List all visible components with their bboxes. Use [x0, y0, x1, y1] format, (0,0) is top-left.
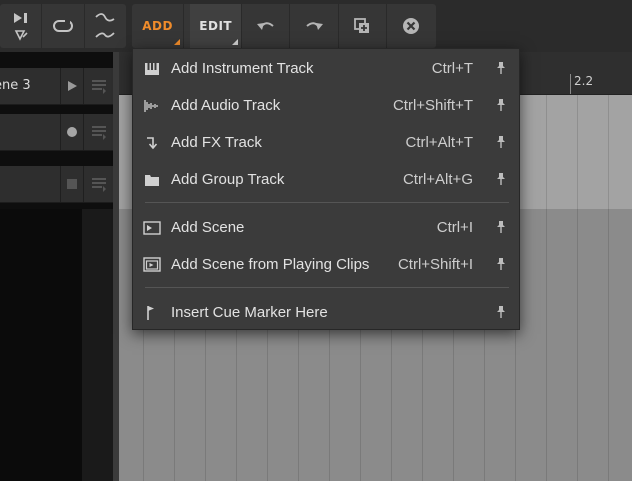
menu-item-label: Add Scene from Playing Clips: [171, 256, 370, 273]
ruler-tick: [570, 74, 571, 94]
pin-icon[interactable]: [495, 98, 507, 112]
track-side-panel[interactable]: [84, 166, 113, 202]
record-arm-button[interactable]: [60, 114, 84, 150]
list-lines-icon: [91, 80, 106, 94]
waveform-icon: [144, 99, 158, 112]
edit-menu-button[interactable]: EDIT: [190, 4, 243, 48]
track-row[interactable]: ene 3: [0, 68, 113, 105]
grid-line: [546, 95, 547, 481]
undo-button[interactable]: [242, 4, 291, 48]
add-edit-group: ADD EDIT: [132, 4, 436, 48]
menu-item-label: Add Instrument Track: [171, 60, 314, 77]
piano-keys-icon: [145, 62, 159, 75]
pin-icon[interactable]: [495, 220, 507, 234]
empty-track-area: [0, 209, 82, 481]
ruler-marker-label: 2.2: [574, 74, 594, 88]
menu-item-label: Add FX Track: [171, 134, 262, 151]
track-name: [0, 114, 60, 150]
pin-icon[interactable]: [495, 305, 507, 319]
duplicate-icon: [354, 18, 370, 33]
menu-item-add-scene-from-playing-clips[interactable]: Add Scene from Playing Clips Ctrl+Shift+…: [133, 246, 519, 283]
delete-button[interactable]: [387, 4, 436, 48]
menu-item-add-audio-track[interactable]: Add Audio Track Ctrl+Shift+T: [133, 87, 519, 124]
menu-item-shortcut: Ctrl+Shift+T: [392, 97, 473, 114]
automation-button[interactable]: [85, 4, 126, 48]
edit-button-label: EDIT: [199, 19, 233, 33]
menu-item-insert-cue-marker[interactable]: Insert Cue Marker Here: [133, 294, 519, 331]
loop-icon: [52, 19, 73, 32]
folder-icon: [145, 174, 159, 186]
menu-item-add-fx-track[interactable]: Add FX Track Ctrl+Alt+T: [133, 124, 519, 161]
pin-icon[interactable]: [495, 61, 507, 75]
stop-button[interactable]: [60, 166, 84, 202]
toolbar: ADD EDIT: [0, 0, 632, 53]
menu-item-shortcut: Ctrl+I: [436, 219, 473, 236]
add-button-label: ADD: [142, 19, 173, 33]
play-icon: [68, 81, 77, 91]
menu-item-shortcut: Ctrl+Alt+T: [405, 134, 473, 151]
menu-item-add-instrument-track[interactable]: Add Instrument Track Ctrl+T: [133, 50, 519, 87]
track-list: ene 3: [0, 52, 113, 481]
track-name: [0, 166, 60, 202]
list-lines-icon: [91, 178, 106, 192]
menu-item-shortcut: Ctrl+Alt+G: [402, 171, 473, 188]
menu-item-label: Add Group Track: [171, 171, 285, 188]
pointer-tool-icon: [13, 13, 28, 41]
tool-button-1[interactable]: [0, 4, 43, 48]
menu-indicator-icon: [232, 39, 239, 45]
delete-circle-x-icon: [403, 18, 420, 34]
grid-line: [608, 95, 609, 481]
pin-icon[interactable]: [495, 172, 507, 186]
stop-icon: [67, 179, 77, 189]
transport-tool-group: [0, 4, 126, 48]
record-icon: [67, 127, 77, 137]
add-dropdown-menu: Add Instrument Track Ctrl+T Add Audio Tr…: [132, 48, 520, 330]
menu-item-label: Add Scene: [171, 219, 245, 236]
pin-icon[interactable]: [495, 257, 507, 271]
automation-curve-icon: [95, 13, 115, 38]
track-row[interactable]: [0, 166, 113, 203]
add-menu-button[interactable]: ADD: [132, 4, 185, 48]
menu-indicator-icon: [174, 39, 181, 45]
loop-button[interactable]: [42, 4, 85, 48]
scene-launch-button[interactable]: [60, 68, 84, 104]
cue-flag-icon: [147, 305, 154, 320]
menu-item-shortcut: Ctrl+T: [431, 60, 473, 77]
track-side-panel[interactable]: [84, 68, 113, 104]
redo-icon: [306, 22, 324, 30]
duplicate-button[interactable]: [339, 4, 387, 48]
pin-icon[interactable]: [495, 135, 507, 149]
redo-button[interactable]: [290, 4, 339, 48]
menu-separator: [145, 287, 509, 288]
menu-item-label: Add Audio Track: [171, 97, 281, 114]
fx-arrow-icon: [147, 136, 158, 149]
grid-line: [577, 95, 578, 481]
empty-track-side: [82, 209, 113, 481]
list-lines-icon: [91, 126, 106, 140]
scene-icon: [143, 220, 161, 235]
menu-item-label: Insert Cue Marker Here: [171, 304, 328, 321]
menu-separator: [145, 202, 509, 203]
track-row[interactable]: [0, 114, 113, 151]
menu-item-shortcut: Ctrl+Shift+I: [397, 256, 473, 273]
menu-item-add-scene[interactable]: Add Scene Ctrl+I: [133, 209, 519, 246]
undo-icon: [256, 22, 274, 30]
track-side-panel[interactable]: [84, 114, 113, 150]
scene-playing-icon: [143, 256, 161, 272]
menu-item-add-group-track[interactable]: Add Group Track Ctrl+Alt+G: [133, 161, 519, 198]
track-name: ene 3: [0, 78, 31, 93]
